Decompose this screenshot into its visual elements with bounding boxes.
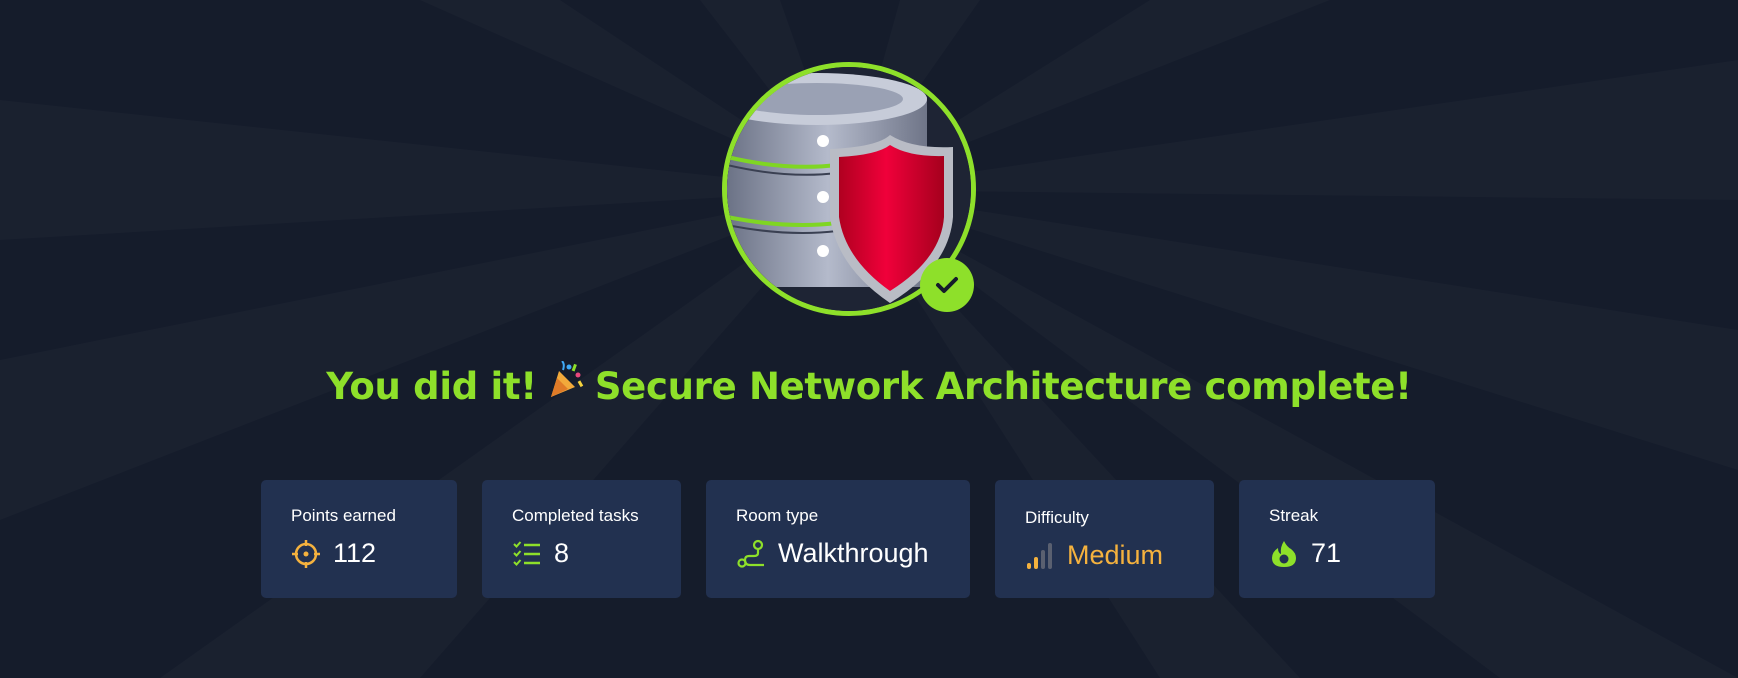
stat-label: Completed tasks: [512, 506, 639, 525]
heading-text-start: You did it!: [326, 365, 537, 408]
stat-label: Streak: [1269, 506, 1319, 525]
stat-label: Difficulty: [1025, 508, 1089, 527]
party-popper-icon: [545, 360, 585, 410]
stat-label: Room type: [736, 506, 819, 525]
task-list-icon: [512, 539, 542, 569]
checkmark-icon: [920, 258, 974, 312]
stat-value: 8: [554, 538, 570, 568]
stat-value: Medium: [1067, 540, 1164, 570]
target-icon: [291, 539, 321, 569]
completion-heading: You did it! Secure Network Architecture …: [0, 360, 1738, 416]
stat-card-difficulty: Difficulty Medium: [995, 480, 1214, 598]
heading-text-end: Secure Network Architecture complete!: [594, 365, 1412, 408]
stat-card-points: Points earned 112: [261, 480, 457, 598]
route-icon: [736, 539, 766, 569]
flame-icon: [1269, 539, 1299, 569]
stat-value: 71: [1311, 538, 1342, 568]
signal-bars-icon: [1025, 541, 1055, 571]
stat-card-room-type: Room type Walkthrough: [706, 480, 970, 598]
stat-card-streak: Streak 71: [1239, 480, 1435, 598]
stat-card-tasks: Completed tasks 8: [482, 480, 681, 598]
room-badge: [722, 62, 976, 316]
stat-value: 112: [333, 538, 377, 568]
stat-label: Points earned: [291, 506, 396, 525]
stat-value: Walkthrough: [778, 538, 929, 568]
